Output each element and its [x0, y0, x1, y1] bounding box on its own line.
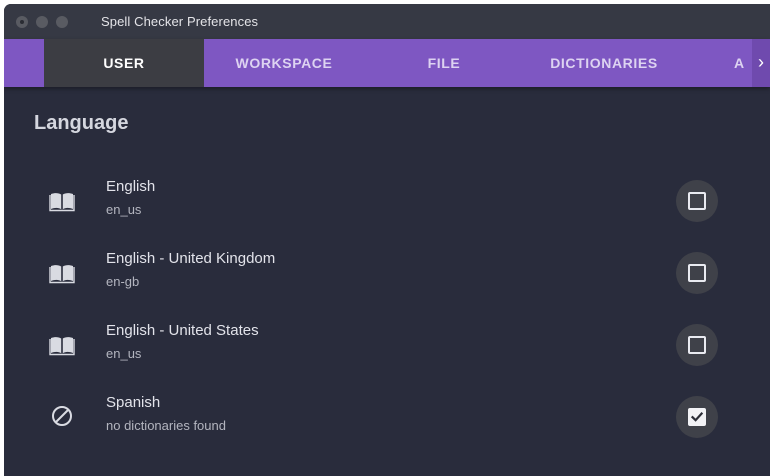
- language-name: English - United Kingdom: [106, 250, 276, 267]
- section-title-language: Language: [34, 112, 129, 134]
- language-name: English: [106, 178, 156, 195]
- language-code: en_us: [106, 202, 142, 217]
- book-icon: [49, 193, 75, 212]
- language-code: en-gb: [106, 274, 140, 289]
- block-icon: [52, 406, 72, 426]
- tab-bar: USER WORKSPACE FILE DICTIONARIES A ›: [4, 39, 770, 87]
- language-code: en_us: [106, 346, 142, 361]
- tab-file[interactable]: FILE: [364, 39, 524, 87]
- language-row[interactable]: English en_us: [4, 164, 770, 236]
- window-zoom-button[interactable]: [56, 16, 68, 28]
- language-row[interactable]: English - United States en_us: [4, 308, 770, 380]
- checkbox-unchecked: [688, 336, 706, 354]
- language-checkbox[interactable]: [676, 396, 718, 438]
- checkbox-checked: [688, 408, 706, 426]
- preferences-window: Spell Checker Preferences USER WORKSPACE…: [4, 4, 770, 476]
- language-name: English - United States: [106, 322, 259, 339]
- language-checkbox[interactable]: [676, 252, 718, 294]
- window-close-button[interactable]: [16, 16, 28, 28]
- language-row[interactable]: Spanish no dictionaries found: [4, 380, 770, 452]
- book-icon: [49, 265, 75, 284]
- language-row[interactable]: English - United Kingdom en-gb: [4, 236, 770, 308]
- language-checkbox[interactable]: [676, 180, 718, 222]
- tab-scroll-right-button[interactable]: ›: [752, 39, 770, 87]
- book-icon: [49, 337, 75, 356]
- checkbox-unchecked: [688, 192, 706, 210]
- checkmark-icon: [690, 412, 704, 422]
- checkbox-unchecked: [688, 264, 706, 282]
- language-checkbox[interactable]: [676, 324, 718, 366]
- window-minimize-button[interactable]: [36, 16, 48, 28]
- tab-dictionaries[interactable]: DICTIONARIES: [524, 39, 684, 87]
- language-name: Spanish: [106, 394, 161, 411]
- title-bar: Spell Checker Preferences: [4, 4, 770, 39]
- tab-workspace[interactable]: WORKSPACE: [204, 39, 364, 87]
- tab-user[interactable]: USER: [44, 39, 204, 87]
- tab-overflow-partial[interactable]: A: [734, 39, 754, 87]
- language-status: no dictionaries found: [106, 418, 226, 433]
- window-title: Spell Checker Preferences: [101, 14, 259, 29]
